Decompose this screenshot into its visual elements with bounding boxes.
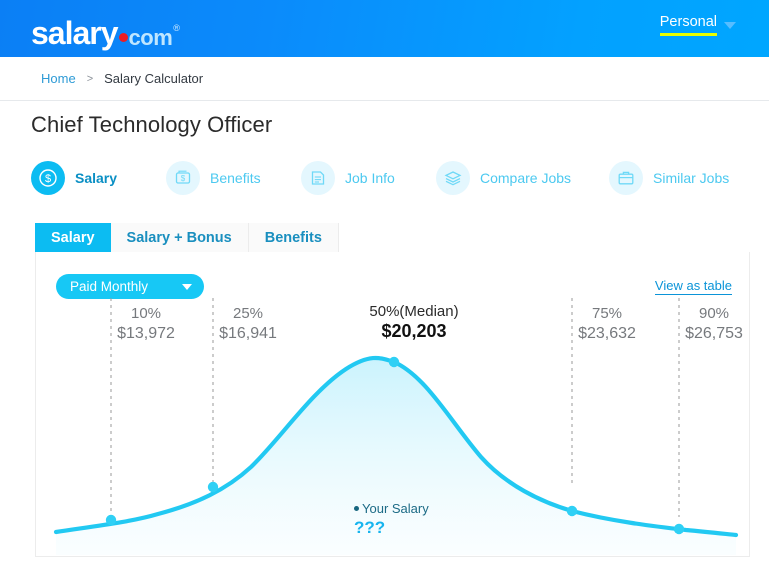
your-salary-label: Your Salary <box>362 501 429 516</box>
data-point-25 <box>207 481 219 493</box>
salary-calculator-page: salary com® Personal Home > Salary Calcul… <box>0 0 769 563</box>
nav-item-job-info[interactable]: Job Info <box>301 160 395 196</box>
nav-item-job-info-label: Job Info <box>345 170 395 186</box>
layers-icon <box>436 161 470 195</box>
logo-word: salary <box>31 15 119 51</box>
tab-salary-bonus[interactable]: Salary + Bonus <box>110 223 249 253</box>
nav-item-compare-jobs[interactable]: Compare Jobs <box>436 160 571 196</box>
breadcrumb-separator: > <box>86 72 94 85</box>
salary-tabs: Salary Salary + Bonus Benefits <box>35 223 750 253</box>
briefcase-icon <box>609 161 643 195</box>
your-salary-dot-icon <box>354 506 359 511</box>
your-salary-annotation: Your Salary ??? <box>354 501 429 536</box>
document-icon <box>301 161 335 195</box>
your-salary-value[interactable]: ??? <box>354 519 429 536</box>
nav-item-benefits[interactable]: $ Benefits <box>166 160 261 196</box>
logo-registered-mark: ® <box>173 23 180 33</box>
tab-benefits[interactable]: Benefits <box>248 223 339 253</box>
svg-text:$: $ <box>181 174 186 183</box>
salary-chart-card: Paid Monthly View as table 10% $13,972 2… <box>35 252 750 557</box>
nav-item-compare-jobs-label: Compare Jobs <box>480 170 572 186</box>
nav-item-similar-jobs-label: Similar Jobs <box>653 170 730 186</box>
breadcrumb: Home > Salary Calculator <box>0 57 769 101</box>
nav-item-salary-label: Salary <box>75 170 118 186</box>
job-section-nav: $ Salary $ Benefits Job Info Compare Job… <box>31 160 741 196</box>
svg-text:$: $ <box>45 173 51 185</box>
nav-item-similar-jobs[interactable]: Similar Jobs <box>609 160 729 196</box>
breadcrumb-home-link[interactable]: Home <box>41 71 76 86</box>
data-point-90 <box>673 523 685 535</box>
wallet-icon: $ <box>166 161 200 195</box>
chevron-down-icon <box>724 21 736 29</box>
page-title: Chief Technology Officer <box>31 112 273 137</box>
data-point-75 <box>566 505 578 517</box>
tab-salary[interactable]: Salary <box>35 223 111 253</box>
salary-distribution-chart: Paid Monthly View as table 10% $13,972 2… <box>36 252 749 555</box>
nav-personal-menu[interactable]: Personal <box>659 13 736 36</box>
breadcrumb-current: Salary Calculator <box>104 71 204 86</box>
logo-com: com <box>128 25 173 50</box>
nav-personal-label: Personal <box>659 13 717 36</box>
nav-item-salary[interactable]: $ Salary <box>31 160 117 196</box>
site-header: salary com® Personal <box>0 0 769 57</box>
dollar-circle-icon: $ <box>31 161 65 195</box>
logo-dot-icon <box>118 33 128 42</box>
nav-item-benefits-label: Benefits <box>210 170 261 186</box>
salary-com-logo[interactable]: salary com® <box>31 8 180 57</box>
data-point-50-median <box>388 356 400 368</box>
data-point-10 <box>105 514 117 526</box>
